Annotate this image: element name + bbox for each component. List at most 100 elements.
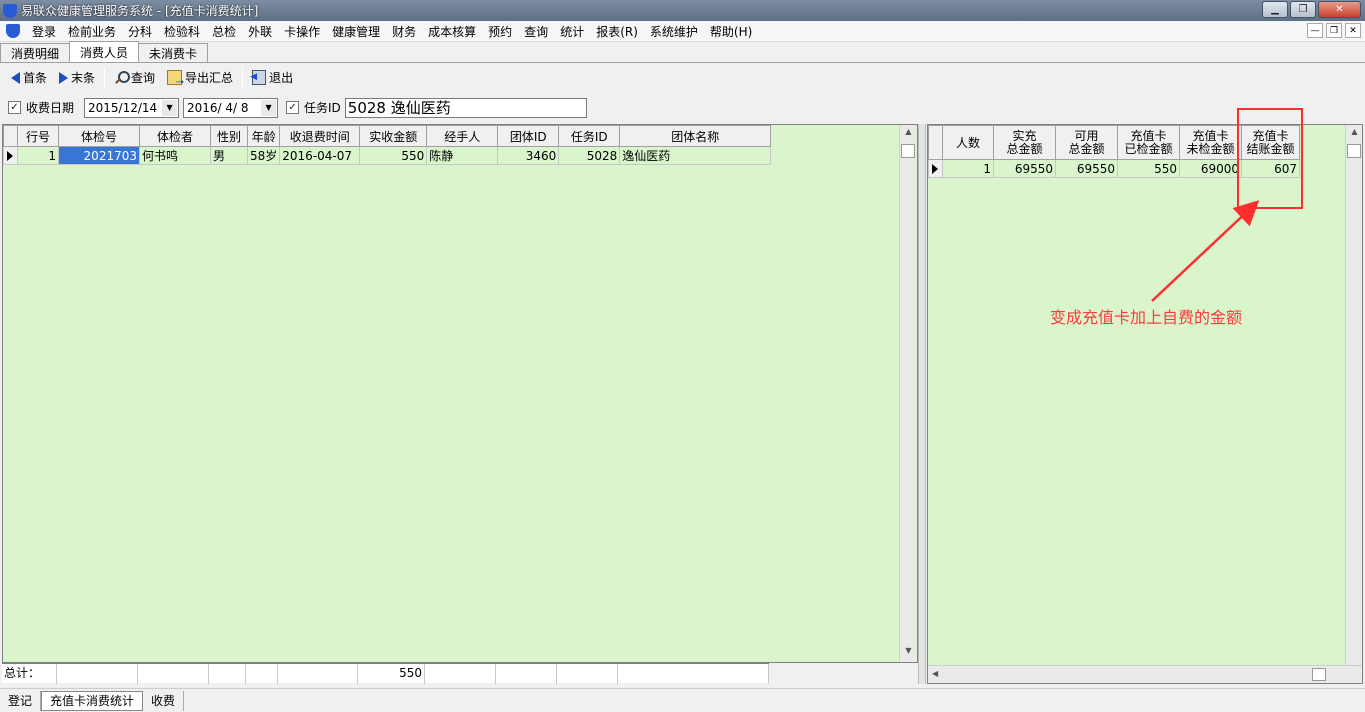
scroll-up-arrow-icon[interactable]: ▲ <box>1346 127 1363 141</box>
app-logo-icon <box>3 3 17 18</box>
first-record-button[interactable]: 首条 <box>6 66 52 89</box>
horizontal-scrollbar[interactable]: ◀ <box>928 665 1362 683</box>
menu-item-outreach[interactable]: 外联 <box>242 23 278 40</box>
cell-name[interactable]: 何书鸣 <box>139 146 211 165</box>
scroll-thumb[interactable] <box>1347 144 1361 158</box>
cell-charged-total[interactable]: 69550 <box>993 159 1056 178</box>
column-header[interactable]: 实充 总金额 <box>993 125 1056 160</box>
menu-item-reports[interactable]: 报表(R) <box>590 23 644 40</box>
chevron-down-icon[interactable]: ▼ <box>261 99 277 116</box>
cell-handler[interactable]: 陈静 <box>426 146 499 165</box>
cell-time[interactable]: 2016-04-07 <box>279 146 361 165</box>
cell-count[interactable]: 1 <box>942 159 994 178</box>
date-filter-checkbox[interactable]: ✓ <box>8 101 21 114</box>
column-header[interactable]: 人数 <box>942 125 994 160</box>
cell-unchecked-amount[interactable]: 69000 <box>1179 159 1242 178</box>
cell-group-name[interactable]: 逸仙医药 <box>619 146 772 165</box>
cell-age[interactable]: 58岁 <box>246 146 281 165</box>
table-header-row: 行号 体检号 体检者 性别 年龄 收退费时间 实收金额 经手人 团体ID 任务I… <box>3 125 772 147</box>
date-from-picker[interactable]: 2015/12/14 ▼ <box>84 97 180 118</box>
menu-item-department[interactable]: 分科 <box>122 23 158 40</box>
scroll-left-arrow-icon[interactable]: ◀ <box>932 669 938 678</box>
column-header[interactable]: 收退费时间 <box>279 125 361 147</box>
column-header[interactable]: 实收金额 <box>359 125 428 147</box>
cell-gender[interactable]: 男 <box>210 146 248 165</box>
consumer-table: 行号 体检号 体检者 性别 年龄 收退费时间 实收金额 经手人 团体ID 任务I… <box>3 125 772 165</box>
cell-checked-amount[interactable]: 550 <box>1117 159 1180 178</box>
menu-item-appointment[interactable]: 预约 <box>482 23 518 40</box>
last-record-button[interactable]: 末条 <box>54 66 100 89</box>
date-to-picker[interactable]: 2016/ 4/ 8 ▼ <box>183 97 279 118</box>
menu-item-pre-exam[interactable]: 检前业务 <box>62 23 122 40</box>
toolbar-separator <box>242 66 244 89</box>
last-record-label: 末条 <box>71 71 96 85</box>
menu-item-card-ops[interactable]: 卡操作 <box>278 23 326 40</box>
export-icon <box>167 70 184 88</box>
tab-unused-cards[interactable]: 未消费卡 <box>138 43 209 62</box>
minimize-button[interactable]: ▁ <box>1262 1 1288 18</box>
totals-cell <box>138 664 209 684</box>
exit-button[interactable]: 退出 <box>247 66 298 89</box>
view-tabs: 消费明细 消费人员 未消费卡 <box>0 41 1365 63</box>
panel-splitter[interactable] <box>918 124 926 684</box>
column-header[interactable]: 充值卡 已检金额 <box>1117 125 1180 160</box>
menu-item-health-mgmt[interactable]: 健康管理 <box>326 23 386 40</box>
query-label: 查询 <box>131 71 156 85</box>
column-header[interactable]: 团体ID <box>497 125 560 147</box>
maximize-button[interactable]: ❐ <box>1290 1 1316 18</box>
column-header[interactable]: 可用 总金额 <box>1055 125 1118 160</box>
mdi-restore-button[interactable]: ❐ <box>1326 23 1342 38</box>
cell-exam-no[interactable]: 2021703 <box>58 146 140 165</box>
menu-item-help[interactable]: 帮助(H) <box>704 23 758 40</box>
table-row[interactable]: 1 2021703 何书鸣 男 58岁 2016-04-07 550 陈静 34… <box>3 146 772 165</box>
task-filter-checkbox[interactable]: ✓ <box>286 101 300 114</box>
header-line: 充值卡 <box>1192 128 1229 143</box>
column-header[interactable]: 经手人 <box>426 125 499 147</box>
menu-item-login[interactable]: 登录 <box>26 23 62 40</box>
column-header[interactable]: 行号 <box>17 125 59 147</box>
column-header[interactable]: 体检号 <box>58 125 140 147</box>
scroll-thumb[interactable] <box>901 144 915 158</box>
cell-amount[interactable]: 550 <box>359 146 428 165</box>
cell-task-id[interactable]: 5028 <box>558 146 621 165</box>
system-menu-icon[interactable] <box>6 24 20 38</box>
consumer-grid-panel: 行号 体检号 体检者 性别 年龄 收退费时间 实收金额 经手人 团体ID 任务I… <box>2 124 918 663</box>
bottom-tab-register[interactable]: 登记 <box>0 690 42 711</box>
scroll-down-arrow-icon[interactable]: ▼ <box>900 646 917 660</box>
cell-available-total[interactable]: 69550 <box>1055 159 1118 178</box>
menu-item-maintenance[interactable]: 系统维护 <box>644 23 704 40</box>
column-header[interactable]: 体检者 <box>139 125 211 147</box>
tab-consumers[interactable]: 消费人员 <box>69 41 140 62</box>
left-vertical-scrollbar[interactable]: ▲ ▼ <box>899 125 916 662</box>
exit-door-icon <box>250 70 267 85</box>
menu-item-finance[interactable]: 财务 <box>386 23 422 40</box>
bottom-tab-card-stats[interactable]: 充值卡消费统计 <box>41 690 144 711</box>
query-button[interactable]: 查询 <box>109 66 160 89</box>
menu-item-cost[interactable]: 成本核算 <box>422 23 482 40</box>
column-header[interactable]: 任务ID <box>558 125 621 147</box>
column-header[interactable]: 性别 <box>210 125 248 147</box>
bottom-tab-charge[interactable]: 收费 <box>143 690 185 711</box>
menu-item-query[interactable]: 查询 <box>518 23 554 40</box>
tab-consumption-detail[interactable]: 消费明细 <box>0 43 71 62</box>
scroll-up-arrow-icon[interactable]: ▲ <box>900 127 917 141</box>
mdi-minimize-button[interactable]: — <box>1307 23 1323 38</box>
cell-row-no[interactable]: 1 <box>17 146 59 165</box>
date-filter-label: 收费日期 <box>26 101 75 115</box>
column-header[interactable]: 年龄 <box>246 125 281 147</box>
export-summary-button[interactable]: 导出汇总 <box>162 66 238 89</box>
cell-group-id[interactable]: 3460 <box>497 146 560 165</box>
export-summary-label: 导出汇总 <box>185 71 234 85</box>
right-vertical-scrollbar[interactable]: ▲ <box>1345 125 1362 665</box>
menu-item-lab[interactable]: 检验科 <box>158 23 206 40</box>
scroll-thumb[interactable] <box>1312 668 1326 681</box>
menu-item-statistics[interactable]: 统计 <box>554 23 590 40</box>
totals-cell <box>618 664 769 684</box>
menu-item-final-check[interactable]: 总检 <box>206 23 242 40</box>
task-id-input[interactable]: 5028 逸仙医药 <box>344 97 587 118</box>
chevron-down-icon[interactable]: ▼ <box>162 99 178 116</box>
column-header[interactable]: 充值卡 未检金额 <box>1179 125 1242 160</box>
close-button[interactable]: ✕ <box>1318 1 1361 18</box>
mdi-close-button[interactable]: ✕ <box>1345 23 1361 38</box>
column-header[interactable]: 团体名称 <box>619 125 772 147</box>
